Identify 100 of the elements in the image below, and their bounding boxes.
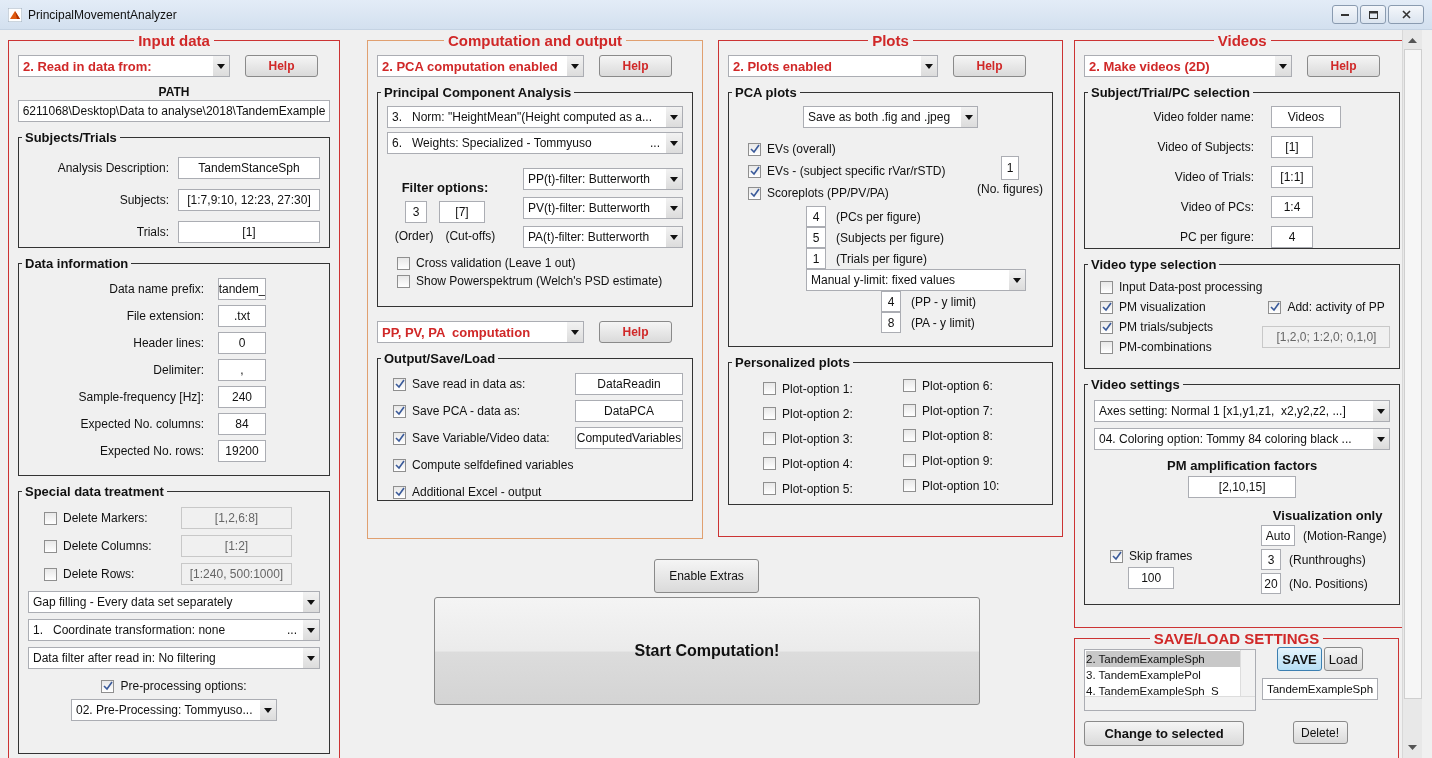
text-field[interactable]: [2,10,15]: [1188, 476, 1297, 498]
text-field[interactable]: [1,2,6:8]: [181, 507, 292, 529]
text-field[interactable]: Videos: [1271, 106, 1341, 128]
list-item[interactable]: 3. TandemExamplePol: [1086, 667, 1240, 683]
checkbox[interactable]: [763, 432, 776, 445]
save-load-button[interactable]: SAVE: [1277, 647, 1322, 671]
filter-dropdown[interactable]: PP(t)-filter: Butterworth: [523, 168, 683, 190]
change-to-selected-button[interactable]: Change to selected: [1084, 721, 1244, 746]
checkbox[interactable]: [903, 454, 916, 467]
help-button[interactable]: Help: [599, 321, 672, 343]
text-field[interactable]: 1: [1001, 156, 1019, 180]
text-field[interactable]: [1:240, 500:1000]: [181, 563, 292, 585]
checkbox[interactable]: [748, 164, 761, 178]
text-field[interactable]: TandemStanceSph: [178, 157, 320, 179]
order-field[interactable]: 3: [405, 201, 427, 223]
checkbox[interactable]: [397, 274, 410, 288]
text-field[interactable]: [1:1]: [1271, 166, 1313, 188]
checkbox[interactable]: [393, 485, 406, 499]
checkbox[interactable]: [393, 377, 406, 391]
checkbox[interactable]: [1100, 280, 1113, 294]
checkbox[interactable]: [1110, 549, 1123, 563]
text-field[interactable]: 84: [218, 413, 266, 435]
filter-dropdown[interactable]: PA(t)-filter: Butterworth: [523, 226, 683, 248]
help-button[interactable]: Help: [245, 55, 318, 77]
text-field[interactable]: DataReadin: [575, 373, 683, 395]
list-item[interactable]: 2. TandemExampleSph: [1086, 651, 1240, 667]
checkbox[interactable]: [44, 539, 57, 553]
checkbox[interactable]: [748, 186, 761, 200]
help-button[interactable]: Help: [599, 55, 672, 77]
minimize-button[interactable]: [1332, 5, 1358, 24]
dropdown[interactable]: 02. Pre-Processing: Tommyuso...: [71, 699, 277, 721]
scrollbar[interactable]: [1085, 696, 1255, 710]
checkbox[interactable]: [393, 458, 406, 472]
checkbox[interactable]: [397, 256, 410, 270]
enable-extras-button[interactable]: Enable Extras: [654, 559, 759, 593]
text-field[interactable]: ComputedVariables: [575, 427, 683, 449]
text-field[interactable]: 5: [806, 227, 826, 248]
checkbox[interactable]: [101, 679, 115, 693]
mode-dropdown[interactable]: PP, PV, PA computation: [377, 321, 584, 343]
text-field[interactable]: 4: [881, 291, 901, 312]
cutoffs-field[interactable]: [7]: [439, 201, 485, 223]
checkbox[interactable]: [763, 407, 776, 420]
text-field[interactable]: tandem_: [218, 278, 266, 300]
checkbox[interactable]: [1268, 300, 1282, 314]
checkbox[interactable]: [903, 379, 916, 392]
checkbox[interactable]: [393, 431, 406, 445]
dropdown[interactable]: 6. Weights: Specialized - Tommyuso ...: [387, 132, 683, 154]
text-field[interactable]: 19200: [218, 440, 266, 462]
text-field[interactable]: [1]: [178, 221, 320, 243]
text-field[interactable]: .txt: [218, 305, 266, 327]
save-load-button[interactable]: Load: [1323, 647, 1363, 671]
mode-dropdown[interactable]: 2. Read in data from:: [18, 55, 230, 77]
text-field[interactable]: Auto: [1261, 525, 1296, 546]
text-field[interactable]: 100: [1128, 567, 1175, 589]
checkbox[interactable]: [763, 382, 776, 395]
list-item[interactable]: 4. TandemExampleSph_S: [1086, 683, 1240, 699]
checkbox[interactable]: [44, 567, 57, 581]
start-computation-button[interactable]: Start Computation!: [434, 597, 980, 705]
text-field[interactable]: 4: [1271, 226, 1313, 248]
text-field[interactable]: [1]: [1271, 136, 1313, 158]
dropdown[interactable]: 04. Coloring option: Tommy 84 coloring black ...: [1094, 428, 1391, 450]
text-field[interactable]: 0: [218, 332, 266, 354]
mode-dropdown[interactable]: 2. Make videos (2D): [1084, 55, 1292, 77]
checkbox[interactable]: [1100, 320, 1113, 334]
checkbox[interactable]: [763, 482, 776, 495]
dropdown[interactable]: Gap filling - Every data set separately: [28, 591, 320, 613]
checkbox[interactable]: [44, 511, 57, 525]
text-field[interactable]: 1:4: [1271, 196, 1313, 218]
checkbox[interactable]: [748, 142, 761, 156]
text-field[interactable]: 8: [881, 312, 901, 333]
delete-button[interactable]: Delete!: [1292, 721, 1348, 744]
checkbox[interactable]: [903, 429, 916, 442]
checkbox[interactable]: [903, 404, 916, 417]
dropdown[interactable]: 1. Coordinate transformation: none ...: [28, 619, 320, 641]
text-field[interactable]: DataPCA: [575, 400, 683, 422]
mode-dropdown[interactable]: 2. PCA computation enabled: [377, 55, 584, 77]
text-field[interactable]: [1:2]: [181, 535, 292, 557]
text-field[interactable]: ,: [218, 359, 266, 381]
help-button[interactable]: Help: [1307, 55, 1380, 77]
scrollbar[interactable]: [1402, 30, 1422, 758]
checkbox[interactable]: [393, 404, 406, 418]
text-field[interactable]: [1:7,9:10, 12:23, 27:30]: [178, 189, 320, 211]
checkbox[interactable]: [1100, 300, 1113, 314]
dropdown[interactable]: Axes setting: Normal 1 [x1,y1,z1, x2,y2,z2, ...]: [1094, 400, 1391, 422]
dropdown[interactable]: Data filter after read in: No filtering: [28, 647, 320, 669]
text-field[interactable]: 1: [806, 248, 826, 269]
checkbox[interactable]: [903, 479, 916, 492]
text-field[interactable]: 240: [218, 386, 266, 408]
filter-dropdown[interactable]: PV(t)-filter: Butterworth: [523, 197, 683, 219]
text-field[interactable]: [1,2,0; 1:2,0; 0,1,0]: [1262, 326, 1391, 348]
path-field[interactable]: 6211068\Desktop\Data to analyse\2018\TandemExample: [18, 100, 330, 122]
text-field[interactable]: 4: [806, 206, 826, 227]
text-field[interactable]: 3: [1261, 549, 1282, 570]
scrollbar[interactable]: [1240, 650, 1255, 697]
maximize-button[interactable]: [1360, 5, 1386, 24]
dropdown[interactable]: Manual y-limit: fixed values: [806, 269, 1026, 291]
name-field[interactable]: TandemExampleSph: [1262, 678, 1378, 700]
checkbox[interactable]: [1100, 340, 1113, 354]
dropdown[interactable]: 3. Norm: "HeightMean"(Height computed as a...: [387, 106, 683, 128]
help-button[interactable]: Help: [953, 55, 1026, 77]
